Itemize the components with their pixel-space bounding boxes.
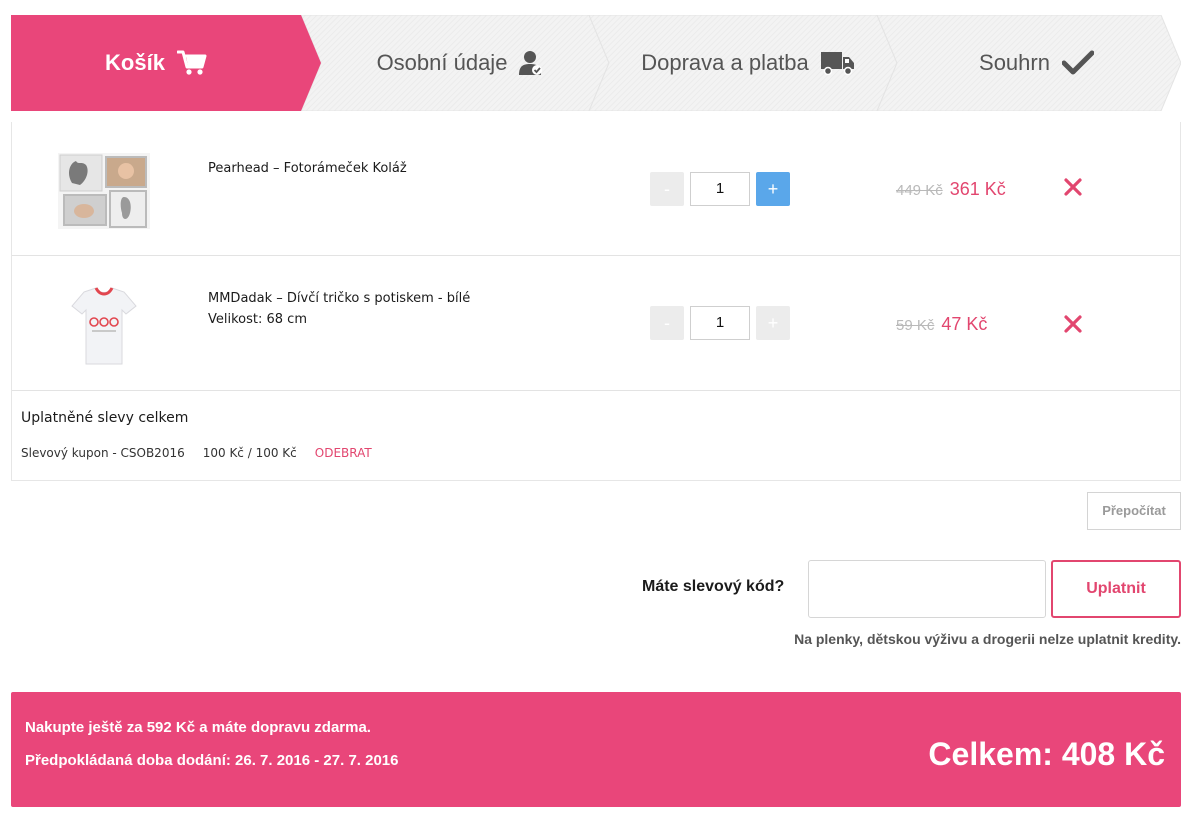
- price: 449 Kč 361 Kč: [896, 179, 1006, 200]
- step-cart-label: Košík: [105, 50, 165, 75]
- remove-item-icon[interactable]: [1062, 313, 1084, 335]
- cart-item-row: MMDadak – Dívčí tričko s potiskem - bílé…: [12, 257, 1180, 391]
- product-image[interactable]: [54, 149, 154, 233]
- discounted-price: 361 Kč: [949, 179, 1006, 199]
- quantity-decrease-button[interactable]: -: [650, 172, 684, 206]
- original-price: 59 Kč: [896, 317, 935, 334]
- remove-coupon-link[interactable]: ODEBRAT: [315, 446, 372, 460]
- step-shipping-payment[interactable]: Doprava a platba: [604, 15, 892, 111]
- applied-discounts: Uplatněné slevy celkem Slevový kupon - C…: [12, 392, 1180, 480]
- coupon-label: Máte slevový kód?: [642, 578, 785, 595]
- truck-icon: [820, 50, 855, 76]
- cart-item-row: Pearhead – Fotorámeček Koláž - 1 + 449 K…: [12, 122, 1180, 256]
- product-image[interactable]: [54, 284, 154, 368]
- free-shipping-notice: Nakupte ještě za 592 Kč a máte dopravu z…: [25, 719, 371, 736]
- coupon-note: Na plenky, dětskou výživu a drogerii nel…: [794, 631, 1181, 647]
- quantity-decrease-button[interactable]: -: [650, 306, 684, 340]
- quantity-input[interactable]: 1: [690, 306, 750, 340]
- coupon-code-input[interactable]: [808, 560, 1046, 618]
- order-summary-bar: Nakupte ještě za 592 Kč a máte dopravu z…: [11, 692, 1181, 807]
- quantity-increase-button[interactable]: +: [756, 172, 790, 206]
- recalculate-button[interactable]: Přepočítat: [1087, 492, 1181, 530]
- delivery-estimate: Předpokládaná doba dodání: 26. 7. 2016 -…: [25, 752, 399, 769]
- apply-coupon-button[interactable]: Uplatnit: [1051, 560, 1181, 618]
- checkout-steps: Košík Osobní údaje Doprava a platba Souh…: [11, 15, 1181, 111]
- product-name[interactable]: MMDadak – Dívčí tričko s potiskem - bílé: [208, 288, 470, 309]
- discounts-title: Uplatněné slevy celkem: [21, 410, 189, 426]
- step-shipping-payment-label: Doprava a platba: [641, 50, 809, 75]
- check-icon: [1061, 50, 1094, 76]
- coupon-value: 100 Kč / 100 Kč: [202, 446, 297, 460]
- coupon-name: Slevový kupon - CSOB2016: [21, 446, 185, 460]
- user-icon: [519, 50, 543, 76]
- step-summary[interactable]: Souhrn: [892, 15, 1181, 111]
- quantity-input[interactable]: 1: [690, 172, 750, 206]
- step-cart[interactable]: Košík: [11, 15, 301, 111]
- quantity-stepper: - 1 +: [650, 306, 790, 340]
- product-info: MMDadak – Dívčí tričko s potiskem - bílé…: [208, 288, 470, 330]
- order-total: Celkem: 408 Kč: [928, 736, 1165, 772]
- step-summary-label: Souhrn: [979, 50, 1050, 75]
- discount-line: Slevový kupon - CSOB2016 100 Kč / 100 Kč…: [21, 446, 372, 460]
- quantity-increase-button[interactable]: +: [756, 306, 790, 340]
- original-price: 449 Kč: [896, 182, 943, 199]
- product-name[interactable]: Pearhead – Fotorámeček Koláž: [208, 158, 407, 179]
- step-personal-info-label: Osobní údaje: [376, 50, 508, 75]
- cart-icon: [176, 50, 207, 76]
- price: 59 Kč 47 Kč: [896, 314, 987, 335]
- quantity-stepper: - 1 +: [650, 172, 790, 206]
- cart-table: Pearhead – Fotorámeček Koláž - 1 + 449 K…: [11, 122, 1181, 481]
- discounted-price: 47 Kč: [941, 314, 988, 334]
- product-variant: Velikost: 68 cm: [208, 312, 307, 327]
- step-personal-info[interactable]: Osobní údaje: [316, 15, 604, 111]
- remove-item-icon[interactable]: [1062, 176, 1084, 198]
